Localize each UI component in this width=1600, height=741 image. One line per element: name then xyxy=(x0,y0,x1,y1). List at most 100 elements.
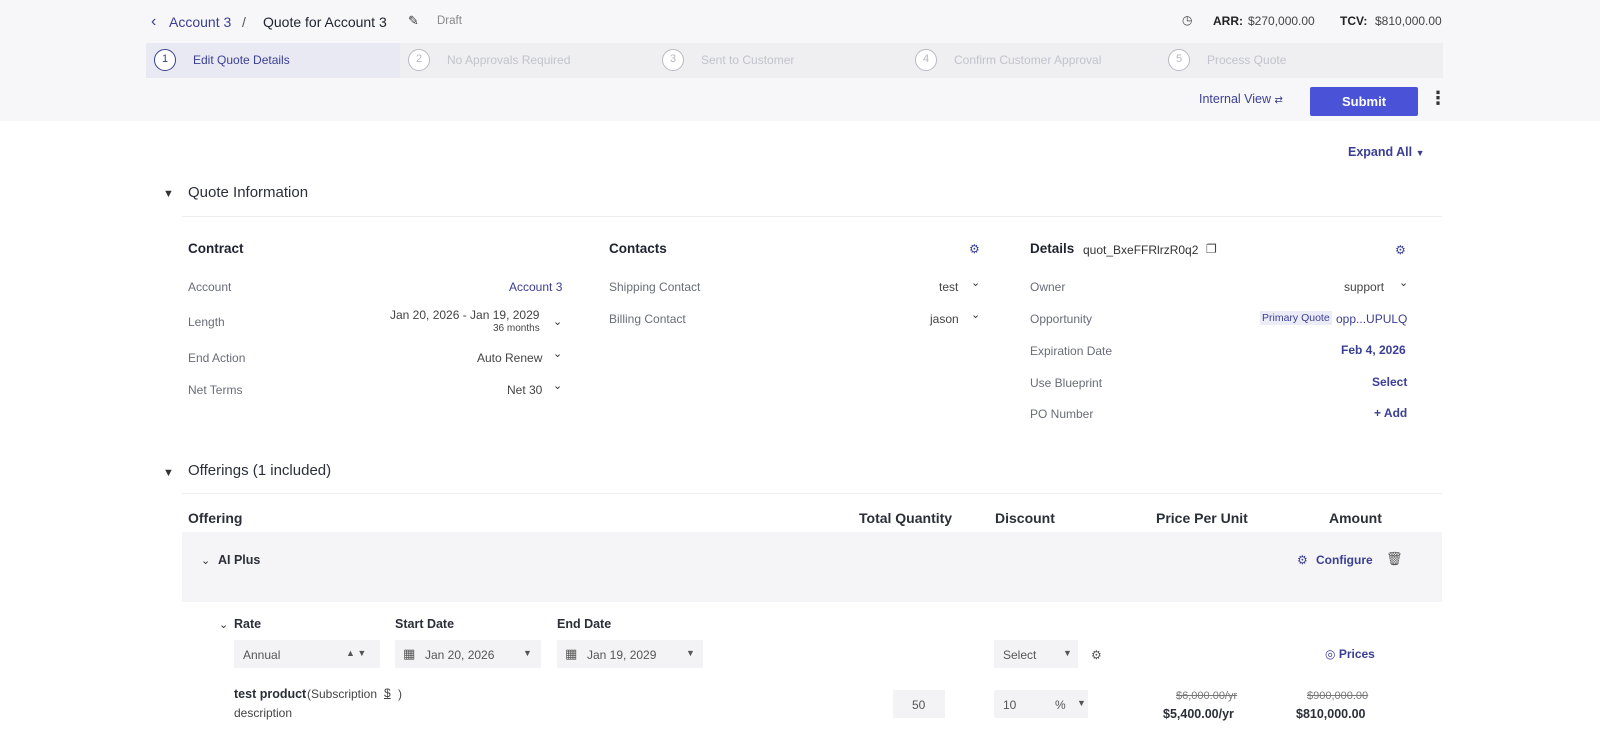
collapse-chevron-icon[interactable]: ▼ xyxy=(163,188,174,200)
billing-chevron-icon[interactable]: ⌄ xyxy=(971,308,980,321)
billing-contact-value[interactable]: jason xyxy=(930,312,959,326)
copy-icon[interactable]: ❐ xyxy=(1206,242,1217,256)
shipping-contact-value[interactable]: test xyxy=(939,280,958,294)
discount-select-value: Select xyxy=(1003,648,1037,662)
account-link[interactable]: Account 3 xyxy=(509,280,562,294)
contacts-gear-icon[interactable]: ⚙ xyxy=(969,242,980,256)
prices-link[interactable]: ◎ Prices xyxy=(1325,647,1375,661)
step-5-label[interactable]: Process Quote xyxy=(1207,53,1286,67)
offerings-divider xyxy=(182,493,1442,494)
breadcrumb-account-link[interactable]: Account 3 xyxy=(169,14,231,30)
offerings-title: Offerings (1 included) xyxy=(188,462,332,479)
breadcrumb-separator: / xyxy=(242,14,246,30)
length-label: Length xyxy=(188,315,225,329)
calendar-icon: ▦ xyxy=(403,646,416,661)
caret-down-icon: ▼ xyxy=(1063,648,1072,658)
discount-gear-icon[interactable]: ⚙ xyxy=(1091,648,1102,662)
step-4-label[interactable]: Confirm Customer Approval xyxy=(954,53,1101,67)
quantity-value: 50 xyxy=(912,698,926,712)
offering-chevron-icon[interactable]: ⌄ xyxy=(201,554,210,567)
trash-icon[interactable]: 🗑 xyxy=(1386,551,1403,567)
opportunity-link[interactable]: opp...UPULQ xyxy=(1336,312,1407,326)
owner-label: Owner xyxy=(1030,280,1066,294)
owner-value[interactable]: support xyxy=(1344,280,1384,294)
tcv-value: $810,000.00 xyxy=(1375,14,1442,28)
end-action-label: End Action xyxy=(188,351,246,365)
shipping-contact-label: Shipping Contact xyxy=(609,280,701,294)
caret-down-icon: ▼ xyxy=(686,648,695,658)
start-date-label: Start Date xyxy=(395,617,455,631)
length-chevron-icon[interactable]: ⌄ xyxy=(553,315,562,328)
end-action-chevron-icon[interactable]: ⌄ xyxy=(553,347,562,360)
end-action-value[interactable]: Auto Renew xyxy=(477,351,542,365)
chevron-left-icon[interactable]: ‹ xyxy=(151,13,156,31)
length-months: 36 months xyxy=(493,323,540,334)
subscription-icon: $ xyxy=(384,686,391,700)
discount-value: 10 xyxy=(1003,698,1017,712)
more-options-icon[interactable]: ⋮ xyxy=(1429,88,1447,109)
page-title: Quote for Account 3 xyxy=(263,14,387,30)
step-4-number[interactable]: 4 xyxy=(915,49,937,71)
offerings-collapse-chevron-icon[interactable]: ▼ xyxy=(163,467,174,479)
step-5-number[interactable]: 5 xyxy=(1168,49,1190,71)
column-offering: Offering xyxy=(188,510,243,526)
owner-chevron-icon[interactable]: ⌄ xyxy=(1399,276,1408,289)
expand-all-label: Expand All xyxy=(1348,145,1413,159)
end-date-label: End Date xyxy=(557,617,612,631)
expand-all-button[interactable]: Expand All ▼ xyxy=(1348,145,1425,159)
rate-label: Rate xyxy=(234,617,262,631)
use-blueprint-select[interactable]: Select xyxy=(1372,375,1407,389)
arr-value: $270,000.00 xyxy=(1248,14,1315,28)
contract-heading: Contract xyxy=(188,241,244,256)
step-2-label[interactable]: No Approvals Required xyxy=(447,53,570,67)
po-number-label: PO Number xyxy=(1030,407,1094,421)
price-per-unit-final: $5,400.00/yr xyxy=(1163,707,1234,721)
step-3-label[interactable]: Sent to Customer xyxy=(701,53,794,67)
column-total-quantity: Total Quantity xyxy=(859,510,953,526)
po-number-add[interactable]: + Add xyxy=(1374,406,1407,420)
section-divider xyxy=(182,216,1442,217)
step-2-number[interactable]: 2 xyxy=(408,49,430,71)
primary-quote-tag: Primary Quote xyxy=(1260,311,1332,325)
quote-id: quot_BxeFFRlrzR0q2 xyxy=(1083,243,1199,257)
caret-down-icon: ▼ xyxy=(523,648,532,658)
step-1-label[interactable]: Edit Quote Details xyxy=(193,53,290,67)
offering-row xyxy=(182,532,1442,602)
product-name: test product xyxy=(234,687,307,701)
rate-value: Annual xyxy=(243,648,281,662)
internal-view-link[interactable]: Internal View ⇄ xyxy=(1199,92,1283,106)
net-terms-label: Net Terms xyxy=(188,383,243,397)
prices-label: Prices xyxy=(1338,647,1375,661)
product-type: (Subscription xyxy=(307,687,378,701)
history-icon[interactable]: ◷ xyxy=(1182,13,1192,27)
expiration-date-label: Expiration Date xyxy=(1030,344,1113,358)
details-gear-icon[interactable]: ⚙ xyxy=(1395,243,1406,257)
expiration-date-value[interactable]: Feb 4, 2026 xyxy=(1341,343,1406,357)
shipping-chevron-icon[interactable]: ⌄ xyxy=(971,276,980,289)
discount-unit: % xyxy=(1055,698,1066,712)
submit-button[interactable]: Submit xyxy=(1310,87,1418,116)
rate-chevron-icon[interactable]: ⌄ xyxy=(219,618,228,631)
arr-label: ARR: xyxy=(1213,14,1243,28)
step-1-number[interactable]: 1 xyxy=(154,49,176,71)
configure-gear-icon: ⚙ xyxy=(1297,553,1308,567)
step-3-number[interactable]: 3 xyxy=(662,49,684,71)
internal-view-label: Internal View xyxy=(1199,92,1272,106)
billing-contact-label: Billing Contact xyxy=(609,312,686,326)
caret-down-icon: ▼ xyxy=(1415,148,1425,158)
use-blueprint-label: Use Blueprint xyxy=(1030,376,1103,390)
end-date-value: Jan 19, 2029 xyxy=(587,648,657,662)
calendar-icon: ▦ xyxy=(565,646,578,661)
caret-down-icon: ▼ xyxy=(1077,698,1086,708)
status-badge: Draft xyxy=(437,15,462,27)
product-description: description xyxy=(234,706,293,720)
net-terms-value[interactable]: Net 30 xyxy=(507,383,542,397)
pencil-icon[interactable]: ✎ xyxy=(408,13,419,29)
account-label: Account xyxy=(188,280,232,294)
configure-button[interactable]: Configure xyxy=(1316,553,1373,567)
length-value[interactable]: Jan 20, 2026 - Jan 19, 2029 xyxy=(390,308,539,322)
net-terms-chevron-icon[interactable]: ⌄ xyxy=(553,379,562,392)
tcv-label: TCV: xyxy=(1340,14,1368,28)
quote-information-title: Quote Information xyxy=(188,184,309,201)
offering-name: AI Plus xyxy=(218,553,261,567)
